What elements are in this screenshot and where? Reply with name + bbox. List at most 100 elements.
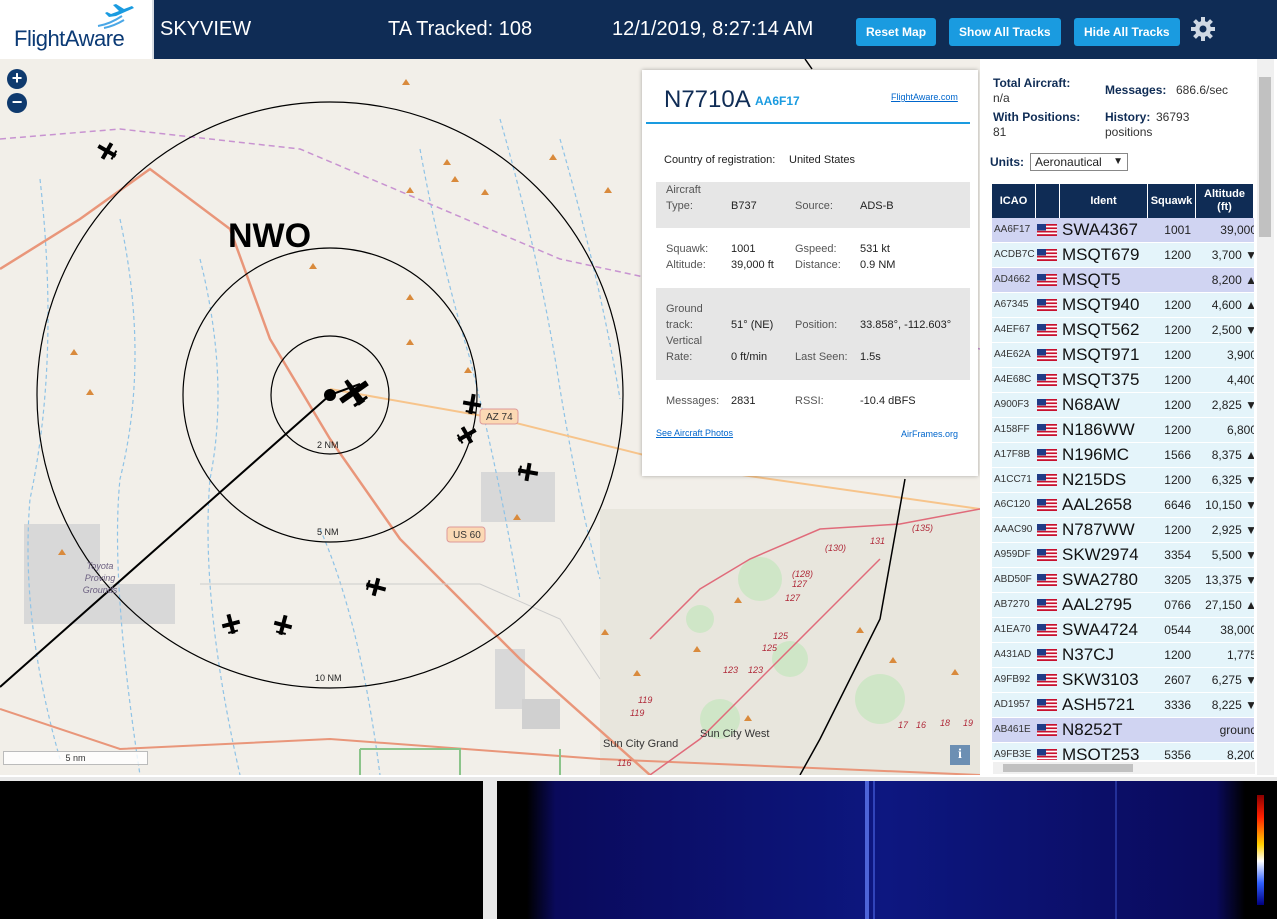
aircraft-photos-link[interactable]: See Aircraft Photos bbox=[656, 428, 733, 438]
altitude-cell: 2,825 ▼ bbox=[1211, 398, 1254, 412]
table-row[interactable]: A4EF67 MSQT562 1200 2,500 ▼ bbox=[992, 318, 1254, 343]
table-row[interactable]: A4E62A MSQT971 1200 3,900 bbox=[992, 343, 1254, 368]
altitude-cell: 3,900 bbox=[1226, 348, 1254, 362]
flightaware-link[interactable]: FlightAware.com bbox=[891, 92, 958, 102]
squawk-cell: 6646 bbox=[1164, 498, 1191, 512]
route-number: 16 bbox=[916, 720, 926, 730]
table-row[interactable]: AAAC90 N787WW 1200 2,925 ▼ bbox=[992, 518, 1254, 543]
total-aircraft-label: Total Aircraft: bbox=[993, 76, 1071, 90]
table-row[interactable]: AD4662 MSQT5 8,200 ▲ bbox=[992, 268, 1254, 293]
table-row[interactable]: A900F3 N68AW 1200 2,825 ▼ bbox=[992, 393, 1254, 418]
us-flag-icon bbox=[1037, 399, 1057, 411]
aircraft-icon[interactable] bbox=[220, 612, 243, 636]
altitude-cell: 8,225 ▼ bbox=[1211, 698, 1254, 712]
horizontal-scrollbar[interactable] bbox=[993, 762, 1255, 774]
aircraft-table[interactable]: ICAO Ident Squawk Altitude (ft) AA6F17 SW… bbox=[992, 184, 1254, 760]
ident-cell: N196MC bbox=[1062, 445, 1130, 464]
route-number: 125 bbox=[773, 631, 789, 641]
source-value: ADS-B bbox=[860, 200, 894, 212]
table-row[interactable]: A431AD N37CJ 1200 1,775 bbox=[992, 643, 1254, 668]
squawk-cell: 3354 bbox=[1164, 548, 1191, 562]
table-row[interactable]: ACDB7C MSQT679 1200 3,700 ▼ bbox=[992, 243, 1254, 268]
info-button[interactable]: i bbox=[950, 745, 970, 765]
aircraft-icon[interactable] bbox=[94, 138, 120, 164]
table-row[interactable]: A67345 MSQT940 1200 4,600 ▲ bbox=[992, 293, 1254, 318]
column-header-altitude[interactable]: Altitude (ft) bbox=[1196, 184, 1254, 218]
area-label: NWO bbox=[228, 217, 311, 255]
distance-value: 0.9 NM bbox=[860, 259, 896, 271]
with-positions-value: 81 bbox=[993, 125, 1007, 139]
table-row[interactable]: A4E68C MSQT375 1200 4,400 bbox=[992, 368, 1254, 393]
column-header-flag[interactable] bbox=[1036, 184, 1060, 218]
history-unit: positions bbox=[1105, 125, 1153, 139]
scroll-thumb[interactable] bbox=[1259, 77, 1271, 237]
aircraft-icon[interactable] bbox=[272, 613, 295, 637]
ident-cell: MSQT971 bbox=[1062, 345, 1140, 364]
route-number: 123 bbox=[748, 665, 763, 675]
route-number: 127 bbox=[792, 579, 808, 589]
icao-cell: A158FF bbox=[994, 424, 1030, 435]
units-select[interactable]: Aeronautical ▼ bbox=[1030, 153, 1128, 171]
table-row[interactable]: A1CC71 N215DS 1200 6,325 ▼ bbox=[992, 468, 1254, 493]
ring-label: 2 NM bbox=[317, 440, 339, 450]
us-flag-icon bbox=[1037, 524, 1057, 536]
zoom-out-button[interactable]: − bbox=[7, 93, 27, 113]
us-flag-icon bbox=[1037, 374, 1057, 386]
table-row[interactable]: A6C120 AAL2658 6646 10,150 ▼ bbox=[992, 493, 1254, 518]
divider bbox=[646, 122, 970, 124]
icao-cell: A4EF67 bbox=[994, 324, 1031, 335]
chevron-down-icon: ▼ bbox=[1113, 156, 1123, 167]
table-row[interactable]: AD1957 ASH5721 3336 8,225 ▼ bbox=[992, 693, 1254, 718]
altitude-cell: 27,150 ▲ bbox=[1205, 598, 1254, 612]
squawk-cell: 1200 bbox=[1164, 473, 1191, 487]
aircraft-icon[interactable] bbox=[454, 422, 480, 448]
table-row[interactable]: ABD50F SWA2780 3205 13,375 ▼ bbox=[992, 568, 1254, 593]
us-flag-icon bbox=[1037, 224, 1057, 236]
gspeed-label: Gspeed: bbox=[795, 243, 837, 255]
zoom-in-button[interactable]: + bbox=[7, 69, 27, 89]
place-label: Grounds bbox=[83, 585, 118, 595]
squawk-cell: 2607 bbox=[1164, 673, 1191, 687]
table-row[interactable]: A9FB3E MSQT253 5356 8,200 bbox=[992, 743, 1254, 760]
video-panel bbox=[0, 781, 483, 919]
column-header-icao[interactable]: ICAO bbox=[992, 184, 1036, 218]
us-flag-icon bbox=[1037, 549, 1057, 561]
squawk-cell: 1200 bbox=[1164, 373, 1191, 387]
table-row[interactable]: A17F8B N196MC 1566 8,375 ▲ bbox=[992, 443, 1254, 468]
table-row[interactable]: AB461E N8252T ground bbox=[992, 718, 1254, 743]
route-number: 116 bbox=[617, 758, 631, 768]
vertical-scrollbar[interactable] bbox=[1257, 59, 1274, 775]
altitude-label: Altitude: bbox=[666, 259, 706, 271]
road-label: AZ 74 bbox=[486, 412, 513, 423]
scroll-thumb[interactable] bbox=[1003, 764, 1133, 772]
squawk-cell: 3336 bbox=[1164, 698, 1191, 712]
track-label: track: bbox=[666, 319, 693, 331]
place-label: Proving bbox=[85, 573, 116, 583]
squawk-cell bbox=[1149, 718, 1195, 742]
table-row[interactable]: AA6F17 SWA4367 1001 39,000 bbox=[992, 218, 1254, 243]
icao-cell: AD1957 bbox=[994, 699, 1031, 710]
altitude-cell: 1,775 bbox=[1226, 648, 1254, 662]
gear-icon[interactable] bbox=[1190, 16, 1216, 42]
aircraft-icon[interactable] bbox=[364, 576, 388, 599]
column-header-squawk[interactable]: Squawk bbox=[1148, 184, 1196, 218]
table-row[interactable]: AB7270 AAL2795 0766 27,150 ▲ bbox=[992, 593, 1254, 618]
hide-all-tracks-button[interactable]: Hide All Tracks bbox=[1074, 18, 1180, 46]
table-row[interactable]: A9FB92 SKW3103 2607 6,275 ▼ bbox=[992, 668, 1254, 693]
type-value: B737 bbox=[731, 200, 757, 212]
ident-cell: N37CJ bbox=[1062, 645, 1114, 664]
aircraft-markers[interactable] bbox=[94, 138, 540, 637]
map-area bbox=[522, 699, 560, 729]
table-row[interactable]: A158FF N186WW 1200 6,800 bbox=[992, 418, 1254, 443]
table-row[interactable]: A959DF SKW2974 3354 5,500 ▼ bbox=[992, 543, 1254, 568]
show-all-tracks-button[interactable]: Show All Tracks bbox=[949, 18, 1061, 46]
squawk-cell: 1200 bbox=[1164, 348, 1191, 362]
position-label: Position: bbox=[795, 319, 838, 331]
icao-cell: A17F8B bbox=[994, 449, 1031, 460]
reset-map-button[interactable]: Reset Map bbox=[856, 18, 937, 46]
table-row[interactable]: A1EA70 SWA4724 0544 38,000 bbox=[992, 618, 1254, 643]
distance-label: Distance: bbox=[795, 259, 841, 271]
airframes-link[interactable]: AirFrames.org bbox=[901, 429, 958, 439]
column-header-ident[interactable]: Ident bbox=[1060, 184, 1148, 218]
flightaware-logo[interactable]: FlightAware bbox=[0, 0, 154, 59]
